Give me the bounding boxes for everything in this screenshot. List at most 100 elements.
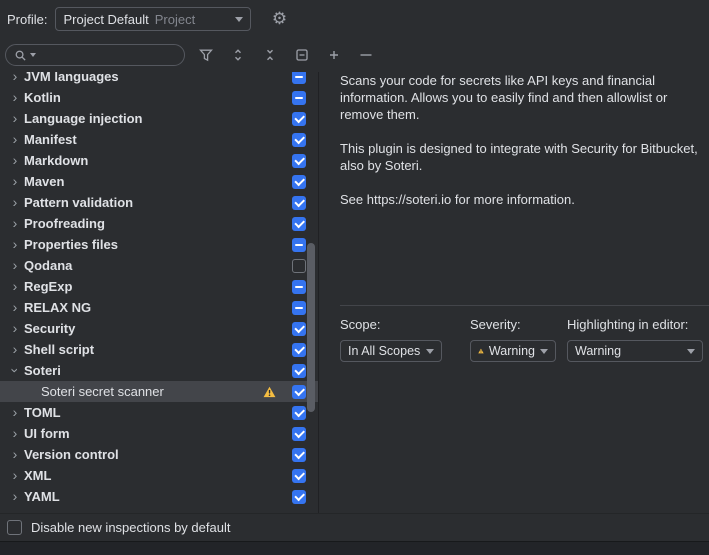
expand-all-button[interactable] (227, 44, 249, 66)
scope-label: Scope: (340, 317, 442, 332)
chevron-right-icon[interactable]: › (6, 276, 24, 297)
severity-group: Severity: Warning (470, 317, 556, 362)
tree-row[interactable]: ›Security (0, 318, 318, 339)
tree-item-label: Soteri (24, 363, 61, 378)
tree-row[interactable]: ›Soteri (0, 360, 318, 381)
profile-select[interactable]: Project Default Project (55, 7, 251, 31)
tree-item-checkbox[interactable] (292, 490, 306, 504)
scope-select[interactable]: In All Scopes (340, 340, 442, 362)
chevron-right-icon[interactable]: › (6, 297, 24, 318)
tree-row[interactable]: ›Maven (0, 171, 318, 192)
tree-item-checkbox[interactable] (292, 196, 306, 210)
chevron-right-icon[interactable]: › (6, 171, 24, 192)
chevron-right-icon[interactable]: › (6, 402, 24, 423)
tree-row[interactable]: ›TOML (0, 402, 318, 423)
tree-item-checkbox[interactable] (292, 469, 306, 483)
chevron-right-icon[interactable]: › (6, 129, 24, 150)
disable-new-inspections-label: Disable new inspections by default (31, 520, 230, 535)
tree-item-label: Proofreading (24, 216, 105, 231)
tree-item-label: Kotlin (24, 90, 61, 105)
tree-item-checkbox[interactable] (292, 112, 306, 126)
tree-row[interactable]: ›XML (0, 465, 318, 486)
tree-item-label: UI form (24, 426, 70, 441)
tree-item-checkbox[interactable] (292, 238, 306, 252)
highlighting-select[interactable]: Warning (567, 340, 703, 362)
add-icon (327, 48, 341, 62)
tree-item-checkbox[interactable] (292, 364, 306, 378)
chevron-right-icon[interactable]: › (6, 255, 24, 276)
tree-row[interactable]: ›UI form (0, 423, 318, 444)
tree-item-label: Security (24, 321, 75, 336)
collapse-all-button[interactable] (259, 44, 281, 66)
chevron-right-icon[interactable]: › (6, 213, 24, 234)
tree-item-checkbox[interactable] (292, 301, 306, 315)
severity-select[interactable]: Warning (470, 340, 556, 362)
add-button[interactable] (323, 44, 345, 66)
tree-item-checkbox[interactable] (292, 72, 306, 84)
chevron-right-icon[interactable]: › (6, 192, 24, 213)
profile-settings-button[interactable]: ⚙ (267, 7, 291, 31)
remove-button[interactable] (355, 44, 377, 66)
search-input[interactable] (5, 44, 185, 66)
tree-row[interactable]: ›RELAX NG (0, 297, 318, 318)
tree-row[interactable]: ›Qodana (0, 255, 318, 276)
inspections-settings-window: Profile: Project Default Project ⚙ (0, 0, 709, 555)
remove-icon (358, 48, 374, 62)
tree-item-checkbox[interactable] (292, 133, 306, 147)
tree-item-checkbox[interactable] (292, 343, 306, 357)
tree-item-checkbox[interactable] (292, 448, 306, 462)
tree-item-checkbox[interactable] (292, 154, 306, 168)
reset-icon (295, 48, 309, 62)
tree-row[interactable]: ›Markdown (0, 150, 318, 171)
search-options-chevron-icon[interactable] (30, 53, 36, 57)
inspection-details-panel: Scans your code for secrets like API key… (340, 72, 709, 513)
chevron-right-icon[interactable]: › (6, 444, 24, 465)
tree-row[interactable]: ›Pattern validation (0, 192, 318, 213)
tree-item-checkbox[interactable] (292, 385, 306, 399)
tree-item-checkbox[interactable] (292, 406, 306, 420)
severity-label: Severity: (470, 317, 556, 332)
tree-row[interactable]: ›Properties files (0, 234, 318, 255)
tree-row[interactable]: Soteri secret scanner (0, 381, 318, 402)
tree-item-checkbox[interactable] (292, 322, 306, 336)
chevron-right-icon[interactable]: › (6, 108, 24, 129)
tree-item-label: Manifest (24, 132, 77, 147)
chevron-right-icon[interactable]: › (6, 150, 24, 171)
chevron-right-icon[interactable]: › (6, 72, 24, 87)
tree-item-checkbox[interactable] (292, 175, 306, 189)
tree-item-checkbox[interactable] (292, 217, 306, 231)
search-icon (14, 49, 27, 62)
reset-button[interactable] (291, 44, 313, 66)
tree-row[interactable]: ›YAML (0, 486, 318, 507)
chevron-right-icon[interactable]: › (6, 465, 24, 486)
tree-row[interactable]: ›Shell script (0, 339, 318, 360)
chevron-right-icon[interactable]: › (6, 87, 24, 108)
chevron-down-icon (235, 17, 243, 22)
chevron-right-icon[interactable]: › (6, 486, 24, 507)
tree-row[interactable]: ›Proofreading (0, 213, 318, 234)
tree-row[interactable]: ›Language injection (0, 108, 318, 129)
tree-row[interactable]: ›Manifest (0, 129, 318, 150)
chevron-down-icon[interactable]: › (5, 362, 26, 380)
description-paragraph: This plugin is designed to integrate wit… (340, 140, 701, 174)
chevron-down-icon (426, 349, 434, 354)
filter-button[interactable] (195, 44, 217, 66)
tree-row[interactable]: ›JVM languages (0, 72, 318, 87)
tree-row[interactable]: ›Kotlin (0, 87, 318, 108)
chevron-right-icon[interactable]: › (6, 318, 24, 339)
tree-scrollbar[interactable] (307, 243, 315, 412)
tree-item-checkbox[interactable] (292, 427, 306, 441)
chevron-down-icon (687, 349, 695, 354)
chevron-right-icon[interactable]: › (6, 234, 24, 255)
chevron-right-icon[interactable]: › (6, 339, 24, 360)
tree-row[interactable]: ›RegExp (0, 276, 318, 297)
disable-new-inspections-checkbox[interactable] (7, 520, 22, 535)
highlighting-label: Highlighting in editor: (567, 317, 703, 332)
tree-item-checkbox[interactable] (292, 259, 306, 273)
inspections-toolbar (0, 38, 709, 72)
tree-item-checkbox[interactable] (292, 280, 306, 294)
chevron-right-icon[interactable]: › (6, 423, 24, 444)
severity-value: Warning (489, 344, 535, 358)
tree-row[interactable]: ›Version control (0, 444, 318, 465)
tree-item-checkbox[interactable] (292, 91, 306, 105)
